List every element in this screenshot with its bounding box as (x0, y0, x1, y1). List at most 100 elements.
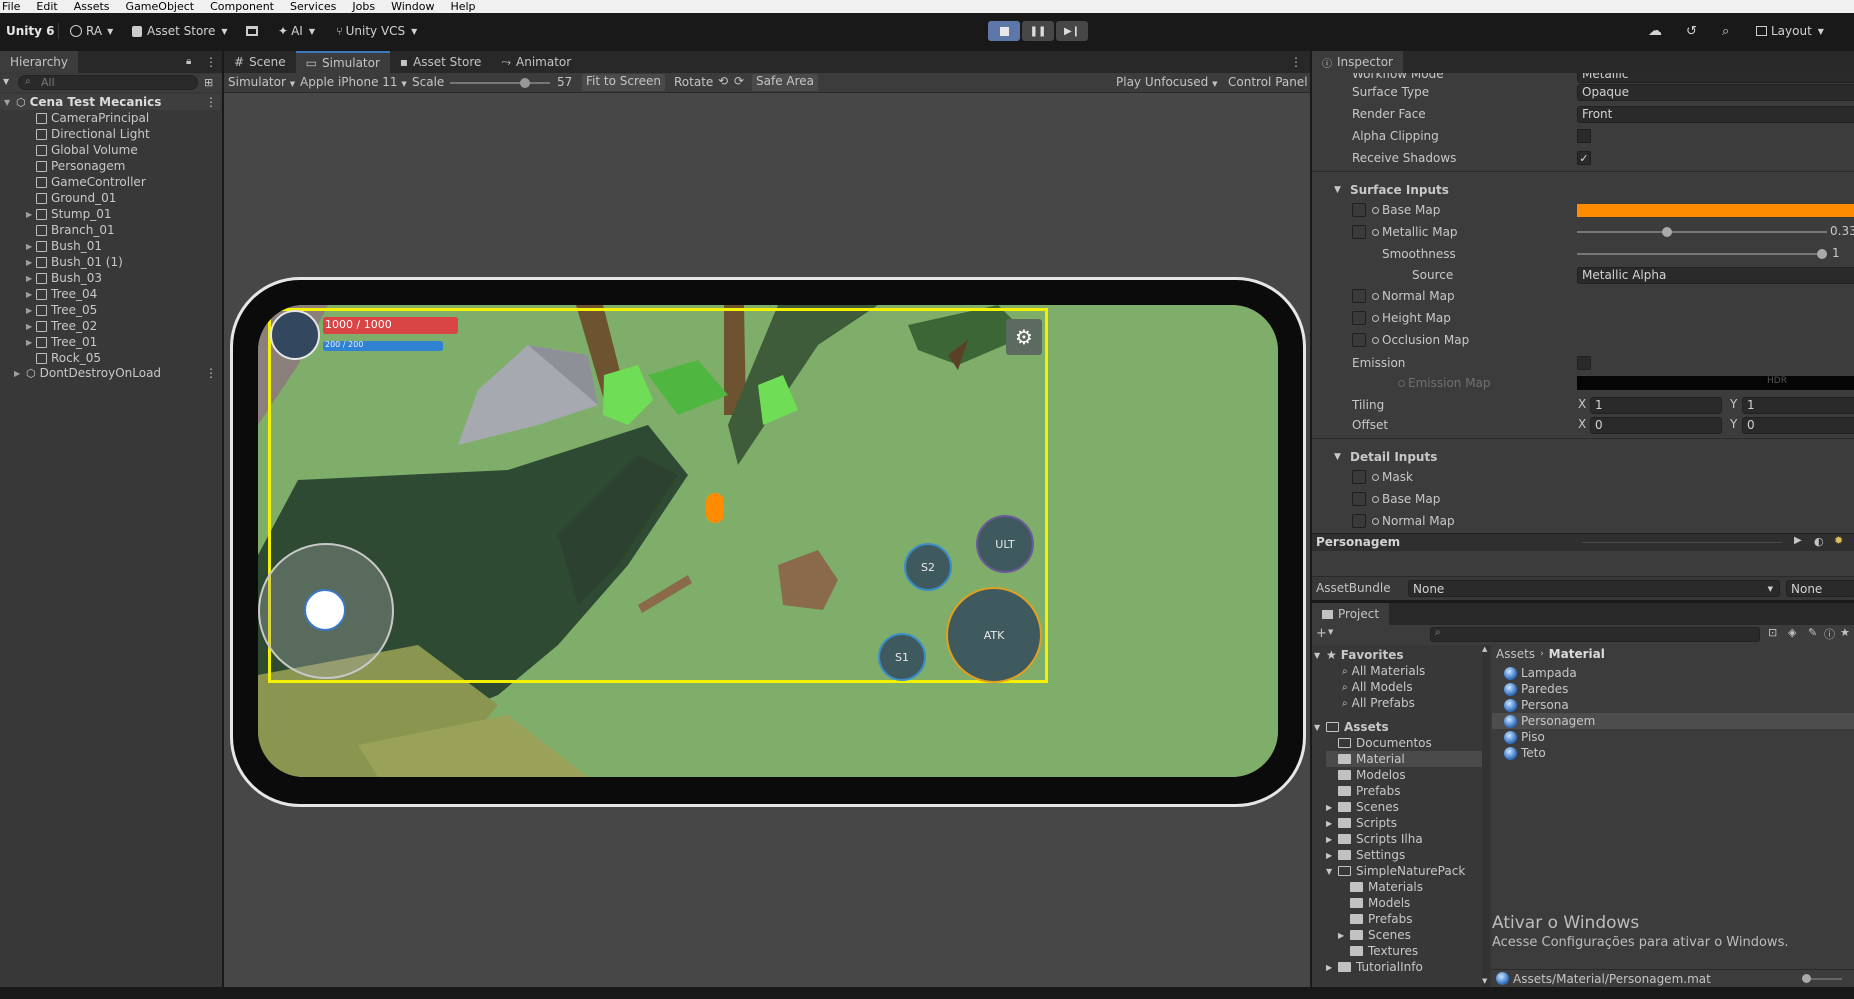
hierarchy-item[interactable]: ▶ Stump_01 (0, 206, 220, 222)
kebab-menu-icon[interactable]: ⋮ (205, 366, 217, 380)
device-dropdown[interactable]: Apple iPhone 11 ▼ (300, 75, 407, 89)
fav-all-models[interactable]: ⌕ All Models (1342, 679, 1413, 695)
s2-button[interactable]: S2 (904, 543, 952, 591)
s1-button[interactable]: S1 (878, 633, 926, 681)
project-subfolder-row[interactable]: Textures (1338, 943, 1418, 959)
menu-component[interactable]: Component (210, 1, 274, 12)
atk-button[interactable]: ATK (946, 587, 1042, 683)
emission-checkbox[interactable] (1577, 356, 1591, 370)
game-view[interactable]: 1000 / 1000 200 / 200 ⚙ ULT S2 S1 ATK (258, 305, 1278, 777)
project-folder-row[interactable]: ▶ Scripts Ilha (1326, 831, 1482, 847)
kebab-menu-icon[interactable]: ⋮ (205, 95, 217, 109)
expand-arrow-icon[interactable]: ▶ (26, 338, 36, 347)
info-icon[interactable]: ⓘ (1824, 626, 1835, 642)
scene-root-row[interactable]: ▼ ⬡ Cena Test Mecanics ⋮ (0, 94, 220, 110)
project-file-item[interactable]: Persona (1492, 697, 1854, 713)
chevron-right-icon[interactable]: ▶ (1326, 851, 1338, 860)
menu-jobs[interactable]: Jobs (352, 1, 375, 12)
stop-button[interactable] (988, 21, 1020, 41)
layout-dropdown[interactable]: Layout ▼ (1756, 21, 1824, 41)
sphere-preview-icon[interactable]: ◐ (1814, 535, 1824, 548)
project-file-item[interactable]: Personagem (1492, 713, 1854, 729)
expand-arrow-icon[interactable]: ▼ (4, 98, 14, 107)
assets-root-row[interactable]: ▼ Assets (1314, 719, 1389, 735)
metallic-slider-handle[interactable] (1662, 227, 1672, 237)
normal-map-slot[interactable] (1352, 289, 1366, 303)
hierarchy-item[interactable]: ▶ Tree_04 (0, 286, 220, 302)
base-color-swatch[interactable] (1577, 204, 1854, 217)
render-face-dropdown[interactable]: Front (1577, 105, 1854, 123)
menu-assets[interactable]: Assets (74, 1, 110, 12)
detail-base-map-slot[interactable] (1352, 492, 1366, 506)
tab-animator[interactable]: ⤳ Animator (491, 51, 581, 73)
expand-arrow-icon[interactable]: ▶ (26, 258, 36, 267)
hierarchy-item[interactable]: ▶ Bush_01 (0, 238, 220, 254)
menu-gameobject[interactable]: GameObject (126, 1, 195, 12)
vcs-dropdown[interactable]: ⑂ Unity VCS ▼ (336, 21, 417, 41)
control-panel-button[interactable]: Control Panel (1228, 75, 1308, 89)
fav-all-prefabs[interactable]: ⌕ All Prefabs (1342, 695, 1415, 711)
occlusion-map-slot[interactable] (1352, 333, 1366, 347)
project-folder-row[interactable]: ▶ Settings (1326, 847, 1482, 863)
scroll-down-icon[interactable]: ▼ (1482, 977, 1487, 985)
star-icon[interactable]: ★ (1840, 626, 1850, 639)
workflow-dropdown[interactable]: Metallic (1577, 73, 1854, 83)
hierarchy-item[interactable]: ▶ Bush_01 (1) (0, 254, 220, 270)
cloud-icon[interactable]: ☁ (1648, 21, 1662, 41)
detail-normal-map-slot[interactable] (1352, 514, 1366, 528)
project-subfolder-row[interactable]: ▶ Scenes (1338, 927, 1411, 943)
surface-inputs-header[interactable]: ▼ Surface Inputs (1312, 181, 1854, 199)
sim-mode-dropdown[interactable]: Simulator ▼ (228, 75, 295, 89)
project-tree-scrollbar[interactable]: ▲ ▼ (1482, 645, 1490, 987)
project-folder-row[interactable]: ▼ SimpleNaturePack (1326, 863, 1482, 879)
smoothness-slider-handle[interactable] (1817, 249, 1827, 259)
project-folder-row[interactable]: Prefabs (1326, 783, 1482, 799)
hierarchy-item[interactable]: Personagem (0, 158, 220, 174)
search-icon[interactable]: ⌕ (1722, 21, 1729, 41)
alpha-clipping-checkbox[interactable] (1577, 129, 1591, 143)
pause-button[interactable]: ❚❚ (1022, 21, 1054, 41)
icon-size-slider[interactable] (1802, 974, 1842, 983)
surface-type-dropdown[interactable]: Opaque (1577, 83, 1854, 101)
hierarchy-item[interactable]: Branch_01 (0, 222, 220, 238)
expand-arrow-icon[interactable]: ▶ (14, 369, 24, 378)
expand-arrow-icon[interactable]: ▶ (26, 242, 36, 251)
package-icon[interactable] (246, 21, 258, 41)
hierarchy-item[interactable]: ▶ Tree_05 (0, 302, 220, 318)
play-preview-icon[interactable]: ▶ (1794, 535, 1802, 546)
tab-inspector[interactable]: ⓘ Inspector (1312, 51, 1403, 73)
asset-store-dropdown[interactable]: Asset Store ▼ (132, 21, 228, 41)
settings-gear-button[interactable]: ⚙ (1006, 319, 1042, 355)
project-file-item[interactable]: Lampada (1492, 665, 1854, 681)
project-folder-row[interactable]: Material (1326, 751, 1482, 767)
fav-all-materials[interactable]: ⌕ All Materials (1342, 663, 1425, 679)
filter-type-icon[interactable]: ⊡ (1768, 626, 1777, 639)
hierarchy-item[interactable]: ▶ Tree_01 (0, 334, 220, 350)
breadcrumb-root[interactable]: Assets (1496, 647, 1535, 661)
hierarchy-item[interactable]: GameController (0, 174, 220, 190)
hierarchy-item[interactable]: Global Volume (0, 142, 220, 158)
project-search-input[interactable]: ⌕ (1430, 627, 1760, 642)
project-folder-row[interactable]: ▶ Scenes (1326, 799, 1482, 815)
hierarchy-search-input[interactable]: ⌕ All (18, 75, 198, 90)
menu-file[interactable]: File (2, 1, 20, 12)
chevron-right-icon[interactable]: ▶ (1326, 803, 1338, 812)
step-button[interactable]: ▶❙ (1056, 21, 1088, 41)
project-folder-row[interactable]: ▶ TutorialInfo (1326, 959, 1423, 975)
project-subfolder-row[interactable]: Models (1338, 895, 1410, 911)
chevron-down-icon[interactable]: ▼ (1328, 628, 1333, 636)
filter-label-icon[interactable]: ◈ (1788, 626, 1796, 639)
hierarchy-item[interactable]: Ground_01 (0, 190, 220, 206)
smoothness-value[interactable]: 1 (1832, 246, 1840, 260)
height-map-slot[interactable] (1352, 311, 1366, 325)
offset-y-input[interactable]: 0 (1742, 416, 1854, 434)
smoothness-slider[interactable] (1577, 249, 1827, 259)
favorites-row[interactable]: ▼ ★ Favorites (1314, 647, 1403, 663)
detail-inputs-header[interactable]: ▼ Detail Inputs (1312, 448, 1854, 466)
hierarchy-item[interactable]: ▶ Tree_02 (0, 318, 220, 334)
lock-icon[interactable]: 🔒︎ (186, 56, 191, 67)
project-folder-row[interactable]: Modelos (1326, 767, 1482, 783)
menu-help[interactable]: Help (450, 1, 475, 12)
joystick-handle[interactable] (304, 589, 346, 631)
hierarchy-item[interactable]: Rock_05 (0, 350, 220, 366)
